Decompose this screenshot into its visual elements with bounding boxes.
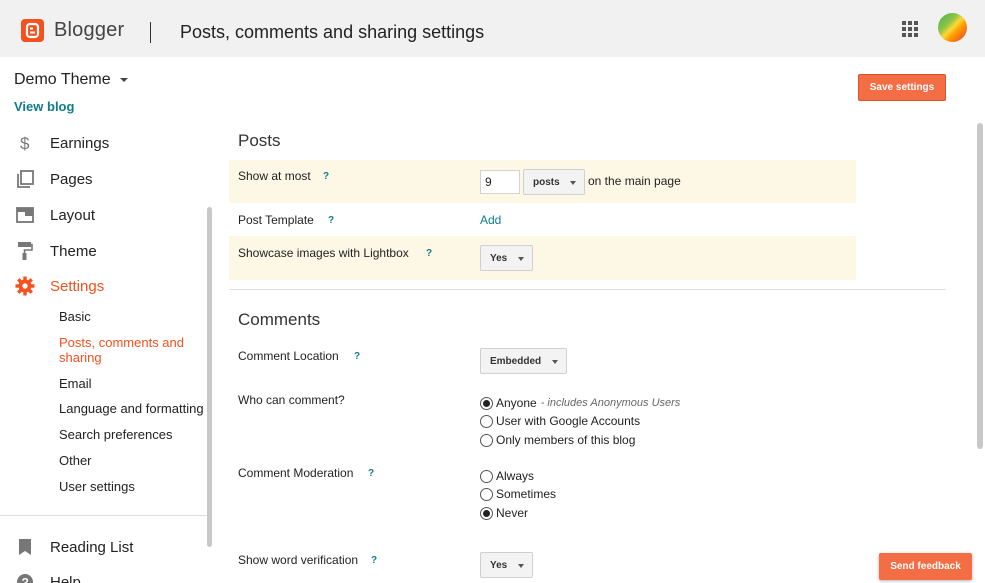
radio-sometimes[interactable]: Sometimes bbox=[480, 487, 556, 501]
radio-label: Only members of this blog bbox=[496, 433, 636, 447]
radio-label: Sometimes bbox=[496, 487, 557, 501]
show-at-most-label: Show at most bbox=[238, 169, 311, 183]
settings-sub-basic[interactable]: Basic bbox=[59, 309, 91, 324]
who-can-comment-label: Who can comment? bbox=[238, 393, 345, 407]
settings-sub-search-preferences[interactable]: Search preferences bbox=[59, 427, 172, 442]
caret-down-icon bbox=[552, 360, 558, 364]
svg-text:?: ? bbox=[22, 576, 29, 583]
help-icon[interactable]: ? bbox=[426, 248, 432, 259]
sidebar-item-label: Reading List bbox=[50, 538, 134, 556]
header-divider bbox=[150, 22, 151, 43]
lightbox-value: Yes bbox=[490, 252, 508, 264]
comment-location-value: Embedded bbox=[490, 355, 542, 367]
layout-icon bbox=[14, 204, 36, 226]
help-icon: ? bbox=[14, 571, 36, 583]
sidebar-item-layout[interactable]: Layout bbox=[14, 203, 95, 227]
blog-selector[interactable]: Demo Theme bbox=[14, 71, 128, 89]
blog-name: Demo Theme bbox=[14, 71, 111, 88]
send-feedback-button[interactable]: Send feedback bbox=[879, 553, 972, 580]
word-verification-select[interactable]: Yes bbox=[480, 552, 533, 578]
settings-sub-user-settings[interactable]: User settings bbox=[59, 479, 135, 494]
word-verification-label: Show word verification bbox=[238, 553, 359, 567]
radio-button[interactable] bbox=[480, 433, 493, 447]
caret-down-icon bbox=[119, 77, 128, 82]
blogger-logo-icon[interactable] bbox=[21, 19, 44, 42]
help-icon[interactable]: ? bbox=[354, 351, 360, 362]
posts-unit-value: posts bbox=[533, 176, 560, 188]
sidebar-item-label: Earnings bbox=[50, 134, 110, 152]
page-title: Posts, comments and sharing settings bbox=[180, 22, 485, 42]
caret-down-icon bbox=[570, 181, 576, 185]
sidebar-item-label: Theme bbox=[50, 242, 97, 260]
posts-count-input[interactable] bbox=[480, 170, 520, 194]
radio-label: Anyone bbox=[496, 396, 537, 410]
top-bar: Blogger Posts, comments and sharing sett… bbox=[0, 0, 985, 57]
sidebar-scrollbar[interactable] bbox=[207, 207, 212, 547]
caret-down-icon bbox=[518, 564, 524, 568]
view-blog-link[interactable]: View blog bbox=[14, 99, 74, 114]
radio-never[interactable]: Never bbox=[480, 506, 528, 520]
sidebar-divider bbox=[0, 515, 212, 516]
gear-icon bbox=[14, 275, 36, 297]
posts-section-title: Posts bbox=[238, 131, 281, 150]
main-scrollbar[interactable] bbox=[977, 123, 983, 449]
radio-button[interactable] bbox=[480, 506, 493, 520]
sidebar-item-label: Pages bbox=[50, 170, 93, 188]
radio-button[interactable] bbox=[480, 487, 493, 501]
comments-section-title: Comments bbox=[238, 310, 321, 329]
paint-roller-icon bbox=[14, 240, 36, 262]
sidebar-item-help[interactable]: ? Help bbox=[14, 570, 81, 583]
radio-button[interactable] bbox=[480, 414, 493, 428]
save-settings-button[interactable]: Save settings bbox=[858, 74, 946, 101]
post-template-label: Post Template bbox=[238, 213, 314, 227]
settings-sub-posts-comments-sharing[interactable]: Posts, comments and sharing bbox=[59, 335, 199, 365]
comment-location-select[interactable]: Embedded bbox=[480, 348, 567, 374]
radio-label: Always bbox=[496, 469, 535, 483]
help-icon[interactable]: ? bbox=[368, 468, 374, 479]
help-icon[interactable]: ? bbox=[328, 215, 334, 226]
radio-label: Never bbox=[496, 506, 529, 520]
app-name[interactable]: Blogger bbox=[54, 19, 124, 42]
sidebar-item-earnings[interactable]: $ Earnings bbox=[14, 131, 109, 155]
posts-unit-select[interactable]: posts bbox=[523, 169, 585, 195]
settings-sub-other[interactable]: Other bbox=[59, 453, 92, 468]
sidebar-item-theme[interactable]: Theme bbox=[14, 239, 97, 263]
caret-down-icon bbox=[518, 257, 524, 261]
add-post-template-link[interactable]: Add bbox=[480, 213, 501, 227]
avatar[interactable] bbox=[938, 13, 967, 42]
sidebar-item-label: Layout bbox=[50, 206, 96, 224]
lightbox-select[interactable]: Yes bbox=[480, 245, 533, 271]
comment-moderation-label: Comment Moderation bbox=[238, 466, 354, 480]
section-divider bbox=[229, 289, 946, 290]
pages-icon bbox=[14, 168, 36, 190]
lightbox-label: Showcase images with Lightbox bbox=[238, 246, 409, 260]
help-icon[interactable]: ? bbox=[371, 555, 377, 566]
sidebar-item-pages[interactable]: Pages bbox=[14, 167, 93, 191]
radio-anyone[interactable]: Anyone - includes Anonymous Users bbox=[480, 396, 680, 410]
apps-grid-icon[interactable] bbox=[902, 21, 918, 37]
svg-text:$: $ bbox=[20, 134, 30, 152]
radio-button[interactable] bbox=[480, 396, 493, 410]
bookmark-icon bbox=[14, 536, 36, 558]
sidebar-item-label: Settings bbox=[50, 277, 105, 295]
sidebar-item-reading-list[interactable]: Reading List bbox=[14, 535, 133, 559]
radio-note: - includes Anonymous Users bbox=[540, 397, 681, 409]
show-at-most-suffix: on the main page bbox=[588, 174, 681, 188]
radio-label: User with Google Accounts bbox=[496, 414, 641, 428]
sidebar-item-label: Help bbox=[50, 573, 81, 583]
radio-always[interactable]: Always bbox=[480, 469, 534, 483]
sidebar-item-settings[interactable]: Settings bbox=[14, 274, 104, 298]
dollar-icon: $ bbox=[14, 132, 36, 154]
help-icon[interactable]: ? bbox=[323, 171, 329, 182]
radio-button[interactable] bbox=[480, 469, 493, 483]
radio-google-accounts[interactable]: User with Google Accounts bbox=[480, 414, 640, 428]
settings-sub-email[interactable]: Email bbox=[59, 376, 92, 391]
word-verification-value: Yes bbox=[490, 559, 508, 571]
settings-sub-language[interactable]: Language and formatting bbox=[59, 401, 204, 416]
radio-blog-members[interactable]: Only members of this blog bbox=[480, 433, 635, 447]
comment-location-label: Comment Location bbox=[238, 349, 339, 363]
